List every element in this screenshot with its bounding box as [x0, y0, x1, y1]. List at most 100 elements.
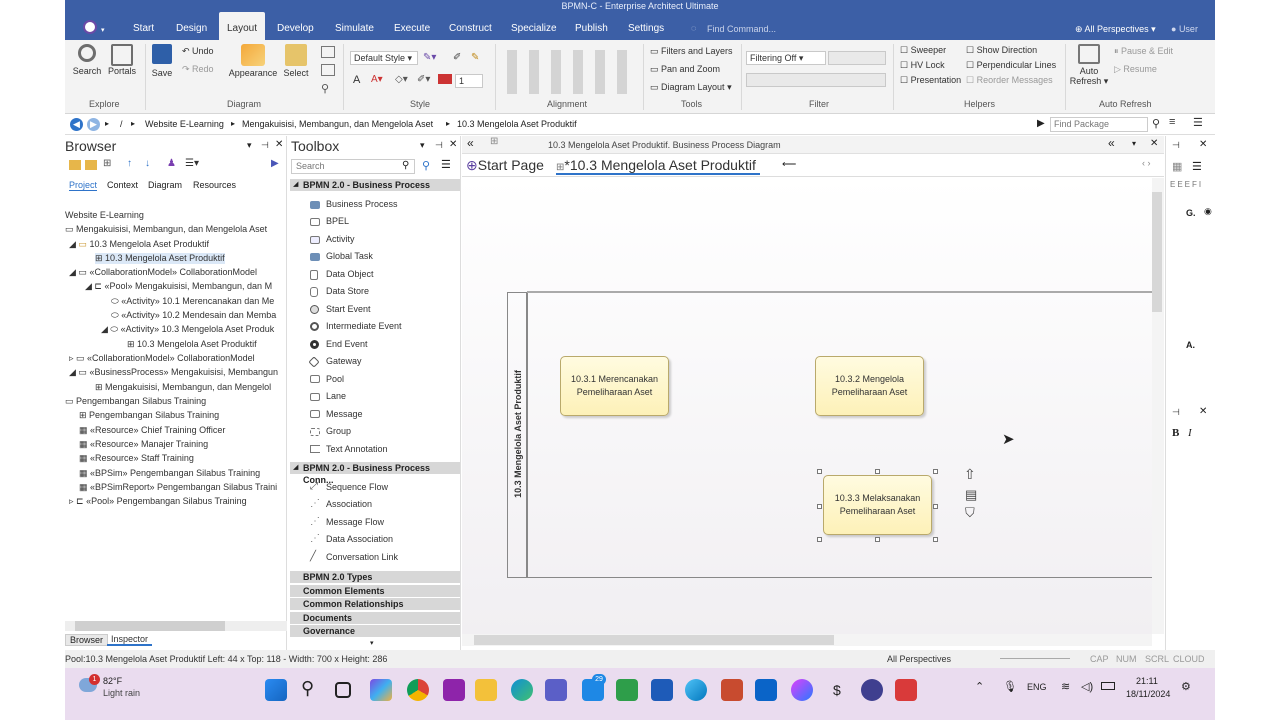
- diagram-icon[interactable]: ⊞: [103, 158, 111, 169]
- pin-icon[interactable]: ⊣: [1172, 407, 1180, 418]
- tree-item[interactable]: ⬭ «Activity» 10.2 Mendesain dan Memba: [111, 310, 276, 321]
- close-icon[interactable]: ✕: [1150, 138, 1158, 149]
- default-style-select[interactable]: Default Style ▾: [350, 51, 418, 65]
- tree-item[interactable]: ⬭ «Activity» 10.1 Merencanakan dan Me: [111, 296, 274, 307]
- toolbox-item[interactable]: Data Object: [326, 269, 374, 279]
- camtasia-icon[interactable]: [616, 679, 638, 701]
- toolbox-item[interactable]: Text Annotation: [326, 444, 388, 454]
- filters-layers-button[interactable]: ▭ Filters and Layers: [650, 46, 733, 57]
- breadcrumb-root[interactable]: /: [120, 119, 123, 129]
- pin-icon[interactable]: ⊣: [261, 140, 269, 151]
- word-icon[interactable]: [651, 679, 673, 701]
- resize-handle[interactable]: [875, 469, 880, 474]
- format-brush-icon[interactable]: ✎▾: [423, 52, 436, 63]
- chrome-icon[interactable]: [407, 679, 429, 701]
- wifi-icon[interactable]: ≋: [1061, 680, 1070, 693]
- app-menu-chevron-icon[interactable]: ▾: [101, 26, 105, 34]
- notification-bell-icon[interactable]: ⚙: [1181, 680, 1191, 693]
- close-icon[interactable]: ✕: [1199, 139, 1207, 150]
- resize-handle[interactable]: [817, 537, 822, 542]
- weather-desc[interactable]: Light rain: [103, 688, 140, 698]
- user-icon[interactable]: ♟: [167, 158, 176, 169]
- toolbox-find-icon[interactable]: ⚲: [422, 159, 430, 172]
- close-icon[interactable]: ✕: [275, 139, 283, 150]
- menu-start[interactable]: Start: [133, 12, 154, 40]
- diagram-canvas[interactable]: 10.3 Mengelola Aset Produktif 10.3.1 Mer…: [462, 178, 1158, 634]
- toolbox-item[interactable]: Sequence Flow: [326, 482, 388, 492]
- toolbox-item[interactable]: Pool: [326, 374, 344, 384]
- breadcrumb-item[interactable]: 10.3 Mengelola Aset Produktif: [457, 119, 577, 129]
- toolbox-item[interactable]: Intermediate Event: [326, 321, 402, 331]
- folder-icon[interactable]: [85, 160, 97, 170]
- toolbox-item[interactable]: Association: [326, 499, 372, 509]
- toolbox-section-collapsed[interactable]: Common Relationships: [290, 598, 460, 610]
- tree-item[interactable]: ▭ Pengembangan Silabus Training: [65, 396, 206, 407]
- tree-item[interactable]: ▹ ▭ «CollaborationModel» CollaborationMo…: [69, 353, 255, 364]
- quick-linker-list-icon[interactable]: ▤: [965, 487, 977, 503]
- filter-text-input[interactable]: [746, 73, 886, 87]
- paint-icon[interactable]: ✎: [471, 52, 479, 63]
- app-icon[interactable]: [895, 679, 917, 701]
- toolbox-item[interactable]: BPEL: [326, 216, 349, 226]
- scroll-tabs-right-icon[interactable]: «: [1108, 136, 1115, 150]
- tree-item[interactable]: Website E-Learning: [65, 210, 144, 220]
- browser-expand-icon[interactable]: ▶: [271, 158, 279, 169]
- pin-icon[interactable]: ⊣: [435, 140, 443, 151]
- search-icon[interactable]: ⚲: [1152, 117, 1160, 130]
- tree-item[interactable]: ▦ «Resource» Staff Training: [79, 453, 194, 464]
- menu-publish[interactable]: Publish: [575, 12, 608, 40]
- tree-item[interactable]: ▦ «Resource» Chief Training Officer: [79, 425, 225, 436]
- clock-time[interactable]: 21:11: [1136, 676, 1158, 686]
- language-indicator[interactable]: ENG: [1027, 682, 1047, 692]
- toolbox-section-collapsed[interactable]: Documents: [290, 612, 460, 624]
- tab-inspector[interactable]: Inspector: [107, 634, 153, 646]
- windows-start-icon[interactable]: [265, 679, 287, 701]
- app-icon[interactable]: [685, 679, 707, 701]
- tree-item[interactable]: ⊞ Mengakuisisi, Membangun, dan Mengelol: [95, 382, 271, 393]
- tab-diagram-active[interactable]: ⊞*10.3 Mengelola Aset Produktif: [556, 157, 760, 175]
- filter-value-select[interactable]: [828, 51, 886, 65]
- toolbox-section-bpmn-connectors[interactable]: BPMN 2.0 - Business Process Conn...: [290, 462, 460, 485]
- close-icon[interactable]: ✕: [449, 139, 457, 150]
- portals-button[interactable]: Portals: [105, 44, 139, 76]
- microphone-icon[interactable]: 🎙: [1003, 680, 1017, 693]
- menu-simulate[interactable]: Simulate: [335, 12, 374, 40]
- toolbox-section-collapsed[interactable]: Governance: [290, 625, 460, 637]
- tree-item[interactable]: ▦ «Resource» Manajer Training: [79, 439, 208, 450]
- tree-item[interactable]: ◢ ▭ «CollaborationModel» CollaborationMo…: [69, 267, 257, 278]
- menu-layout[interactable]: Layout: [219, 12, 266, 40]
- line-style-icon[interactable]: [438, 74, 452, 84]
- resume-button[interactable]: ▷ Resume: [1114, 64, 1157, 75]
- italic-button[interactable]: I: [1188, 427, 1192, 439]
- tab-project[interactable]: Project: [69, 180, 98, 191]
- quick-linker-flag-icon[interactable]: ⛉: [965, 505, 975, 521]
- move-up-icon[interactable]: ↑: [127, 158, 132, 169]
- toolbox-section-collapsed[interactable]: BPMN 2.0 Types: [290, 571, 460, 583]
- bold-button[interactable]: B: [1172, 427, 1179, 439]
- task-melaksanakan[interactable]: 10.3.3 Melaksanakan Pemeliharaan Aset: [823, 475, 932, 535]
- close-icon[interactable]: ✕: [1199, 406, 1207, 417]
- panel-dropdown-icon[interactable]: ▾: [247, 140, 252, 151]
- redo-button[interactable]: ↷ Redo: [182, 64, 214, 75]
- undo-button[interactable]: ↶ Undo: [182, 46, 214, 57]
- tree-item-selected[interactable]: ⊞ 10.3 Mengelola Aset Produktif: [95, 253, 225, 264]
- file-explorer-icon[interactable]: [475, 679, 497, 701]
- tree-item[interactable]: ▭ Mengakuisisi, Membangun, dan Mengelola…: [65, 224, 267, 235]
- pin-icon[interactable]: ⊣: [1172, 140, 1180, 151]
- browser-menu-icon[interactable]: ☰▾: [185, 158, 199, 169]
- tree-item[interactable]: ⊞ Pengembangan Silabus Training: [79, 410, 219, 421]
- toolbox-section-bpmn-process[interactable]: BPMN 2.0 - Business Process: [290, 179, 460, 191]
- tree-item[interactable]: ▹ ⊏ «Pool» Pengembangan Silabus Training: [69, 496, 247, 507]
- properties-icon[interactable]: ▦: [1172, 160, 1182, 173]
- tree-item[interactable]: ◢ ▭ 10.3 Mengelola Aset Produktif: [69, 239, 209, 250]
- menu-specialize[interactable]: Specialize: [511, 12, 557, 40]
- clock-date[interactable]: 18/11/2024: [1126, 689, 1170, 699]
- show-direction-checkbox[interactable]: ☐ Show Direction: [966, 45, 1037, 56]
- tab-close-icon[interactable]: ⟵: [782, 159, 796, 170]
- tab-diagram[interactable]: Diagram: [148, 180, 182, 190]
- save-button[interactable]: Save: [149, 44, 175, 78]
- line-color-icon[interactable]: ✐▾: [417, 74, 430, 85]
- diagram-layout-button[interactable]: ▭ Diagram Layout ▾: [650, 82, 732, 93]
- tree-item[interactable]: ▦ «BPSimReport» Pengembangan Silabus Tra…: [79, 482, 277, 493]
- app-logo-icon[interactable]: [83, 20, 97, 34]
